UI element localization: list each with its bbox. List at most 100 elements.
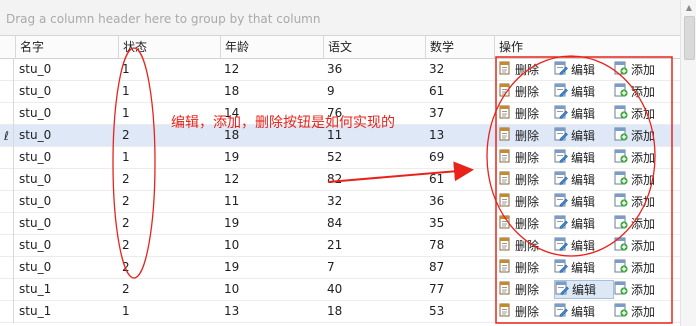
- cell-math[interactable]: 78: [425, 235, 494, 256]
- row-indicator[interactable]: [0, 169, 14, 191]
- edit-button[interactable]: 编辑: [554, 127, 612, 144]
- row-indicator[interactable]: [0, 279, 14, 301]
- delete-button[interactable]: 删除: [498, 61, 548, 78]
- add-button[interactable]: 添加: [614, 303, 672, 320]
- table-row[interactable]: stu_0 2 19 7 87 删除 编辑 添加: [0, 257, 680, 279]
- edit-button[interactable]: 编辑: [554, 259, 612, 276]
- cell-math[interactable]: 36: [425, 191, 494, 212]
- add-button[interactable]: 添加: [614, 83, 672, 100]
- cell-math[interactable]: 13: [425, 125, 494, 146]
- delete-button[interactable]: 删除: [498, 105, 548, 122]
- cell-age[interactable]: 11: [220, 191, 323, 212]
- column-header-chinese[interactable]: 语文: [323, 36, 425, 58]
- table-row[interactable]: stu_1 2 10 40 77 删除 编辑 添加: [0, 279, 680, 301]
- delete-button[interactable]: 删除: [498, 83, 548, 100]
- cell-math[interactable]: 61: [425, 81, 494, 102]
- cell-chinese[interactable]: 18: [323, 301, 425, 322]
- row-indicator[interactable]: [0, 59, 14, 81]
- row-indicator[interactable]: [0, 81, 14, 103]
- table-row[interactable]: stu_0 2 10 21 78 删除 编辑 添加: [0, 235, 680, 257]
- cell-math[interactable]: 32: [425, 59, 494, 80]
- edit-button[interactable]: 编辑: [554, 193, 612, 210]
- cell-age[interactable]: 12: [220, 59, 323, 80]
- delete-button[interactable]: 删除: [498, 193, 548, 210]
- cell-chinese[interactable]: 21: [323, 235, 425, 256]
- edit-button[interactable]: 编辑: [554, 237, 612, 254]
- cell-name[interactable]: stu_0: [15, 213, 118, 234]
- edit-button[interactable]: 编辑: [554, 61, 612, 78]
- row-indicator[interactable]: [0, 235, 14, 257]
- add-button[interactable]: 添加: [614, 171, 672, 188]
- add-button[interactable]: 添加: [614, 259, 672, 276]
- cell-status[interactable]: 1: [118, 59, 220, 80]
- edit-button[interactable]: 编辑: [554, 215, 612, 232]
- table-row[interactable]: stu_0 2 12 82 61 删除 编辑 添加: [0, 169, 680, 191]
- cell-age[interactable]: 19: [220, 147, 323, 168]
- add-button[interactable]: 添加: [614, 193, 672, 210]
- cell-name[interactable]: stu_0: [15, 103, 118, 124]
- column-header-age[interactable]: 年龄: [220, 36, 323, 58]
- cell-name[interactable]: stu_0: [15, 191, 118, 212]
- cell-name[interactable]: stu_0: [15, 169, 118, 190]
- edit-button[interactable]: 编辑: [554, 83, 612, 100]
- edit-button[interactable]: 编辑: [554, 303, 612, 320]
- add-button[interactable]: 添加: [614, 237, 672, 254]
- delete-button[interactable]: 删除: [498, 127, 548, 144]
- cell-math[interactable]: 35: [425, 213, 494, 234]
- cell-name[interactable]: stu_1: [15, 301, 118, 322]
- add-button[interactable]: 添加: [614, 215, 672, 232]
- cell-age[interactable]: 18: [220, 81, 323, 102]
- table-row[interactable]: stu_0 1 18 9 61 删除 编辑 添加: [0, 81, 680, 103]
- cell-chinese[interactable]: 7: [323, 257, 425, 278]
- cell-age[interactable]: 13: [220, 301, 323, 322]
- group-by-panel[interactable]: Drag a column header here to group by th…: [0, 0, 680, 36]
- row-indicator[interactable]: [0, 191, 14, 213]
- add-button[interactable]: 添加: [614, 61, 672, 78]
- cell-age[interactable]: 10: [220, 279, 323, 300]
- column-header-name[interactable]: 名字: [15, 36, 118, 58]
- cell-chinese[interactable]: 40: [323, 279, 425, 300]
- row-indicator[interactable]: [0, 257, 14, 279]
- column-header-operations[interactable]: 操作: [494, 36, 680, 58]
- cell-math[interactable]: 77: [425, 279, 494, 300]
- cell-age[interactable]: 19: [220, 257, 323, 278]
- cell-math[interactable]: 61: [425, 169, 494, 190]
- table-row[interactable]: stu_0 2 11 32 36 删除 编辑 添加: [0, 191, 680, 213]
- cell-math[interactable]: 69: [425, 147, 494, 168]
- cell-status[interactable]: 2: [118, 257, 220, 278]
- cell-status[interactable]: 2: [118, 191, 220, 212]
- cell-name[interactable]: stu_0: [15, 81, 118, 102]
- scroll-up-icon[interactable]: ▲: [681, 0, 696, 16]
- cell-status[interactable]: 1: [118, 147, 220, 168]
- row-indicator[interactable]: [0, 213, 14, 235]
- edit-button[interactable]: 编辑: [554, 105, 612, 122]
- scrollbar-thumb[interactable]: [684, 16, 695, 60]
- cell-math[interactable]: 37: [425, 103, 494, 124]
- table-row[interactable]: stu_1 1 13 18 53 删除 编辑 添加: [0, 301, 680, 323]
- cell-math[interactable]: 87: [425, 257, 494, 278]
- cell-chinese[interactable]: 9: [323, 81, 425, 102]
- row-indicator[interactable]: [0, 147, 14, 169]
- cell-name[interactable]: stu_1: [15, 279, 118, 300]
- add-button[interactable]: 添加: [614, 149, 672, 166]
- cell-status[interactable]: 2: [118, 213, 220, 234]
- delete-button[interactable]: 删除: [498, 281, 548, 298]
- edit-button[interactable]: 编辑: [554, 171, 612, 188]
- cell-name[interactable]: stu_0: [15, 257, 118, 278]
- cell-status[interactable]: 2: [118, 235, 220, 256]
- column-header-status[interactable]: 状态: [118, 36, 220, 58]
- table-row[interactable]: stu_0 1 19 52 69 删除 编辑 添加: [0, 147, 680, 169]
- cell-age[interactable]: 12: [220, 169, 323, 190]
- cell-name[interactable]: stu_0: [15, 125, 118, 146]
- delete-button[interactable]: 删除: [498, 171, 548, 188]
- cell-status[interactable]: 1: [118, 81, 220, 102]
- vertical-scrollbar[interactable]: ▲: [680, 0, 696, 326]
- cell-chinese[interactable]: 52: [323, 147, 425, 168]
- cell-status[interactable]: 2: [118, 169, 220, 190]
- cell-name[interactable]: stu_0: [15, 59, 118, 80]
- cell-name[interactable]: stu_0: [15, 235, 118, 256]
- add-button[interactable]: 添加: [614, 105, 672, 122]
- cell-age[interactable]: 19: [220, 213, 323, 234]
- cell-name[interactable]: stu_0: [15, 147, 118, 168]
- delete-button[interactable]: 删除: [498, 149, 548, 166]
